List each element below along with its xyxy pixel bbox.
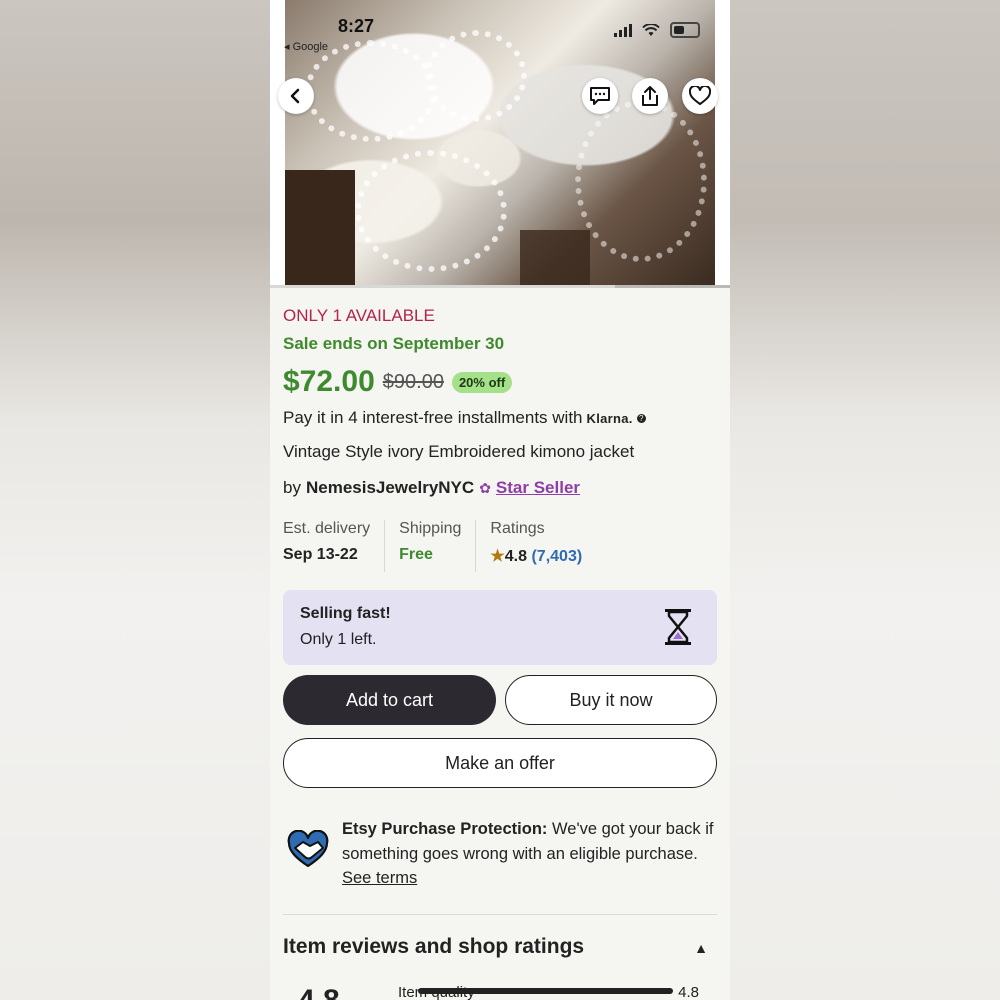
info-icon[interactable]: ?: [636, 413, 646, 423]
lace-pattern: [575, 100, 707, 262]
ratings-value-row: ★4.8 (7,403): [490, 546, 582, 566]
photo-shadow: [285, 170, 355, 288]
protection-text: Etsy Purchase Protection: We've got your…: [342, 817, 722, 891]
rating-value: 4.8: [504, 548, 528, 565]
selling-fast-subtitle: Only 1 left.: [300, 631, 377, 648]
klarna-logo: Klarna.: [586, 410, 633, 426]
listing-details: ONLY 1 AVAILABLE Sale ends on September …: [283, 300, 717, 665]
photo-shadow: [520, 230, 590, 288]
back-to-app-link[interactable]: ◂ Google: [284, 40, 328, 53]
lace-pattern: [425, 30, 527, 122]
listing-title: Vintage Style ivory Embroidered kimono j…: [283, 442, 635, 461]
ratings-column[interactable]: Ratings ★4.8 (7,403): [490, 520, 596, 572]
shipping-column: Shipping Free: [399, 520, 477, 572]
lace-pattern: [305, 40, 437, 142]
protection-title: Etsy Purchase Protection:: [342, 820, 548, 838]
chevron-left-icon: [290, 88, 300, 104]
phone-screen: 8:27 ◂ Google ONLY 1 AVAILABLE Sale ends…: [270, 0, 730, 1000]
ratings-label: Ratings: [490, 520, 545, 537]
share-button[interactable]: [632, 78, 668, 114]
rating-count-link[interactable]: (7,403): [531, 548, 582, 565]
original-price: $90.00: [382, 370, 444, 393]
wifi-icon: [642, 23, 660, 36]
reviews-summary: 4.8 Item quality 4.8: [283, 984, 717, 1000]
signal-icon: [614, 23, 632, 37]
shipping-info-row: Est. delivery Sep 13-22 Shipping Free Ra…: [283, 520, 717, 572]
see-terms-link[interactable]: See terms: [342, 869, 417, 887]
selling-fast-title: Selling fast!: [300, 605, 391, 622]
availability-text: ONLY 1 AVAILABLE: [283, 306, 435, 325]
delivery-label: Est. delivery: [283, 520, 371, 537]
shipping-label: Shipping: [399, 520, 462, 537]
star-seller-badge-icon: ✿: [479, 479, 491, 496]
image-carousel-indicator: [270, 285, 730, 288]
chevron-up-icon[interactable]: ▲: [694, 940, 708, 956]
background-left: [0, 0, 270, 1000]
item-quality-bar: [418, 988, 673, 994]
hourglass-icon: [665, 609, 691, 645]
star-icon: ★: [490, 548, 505, 565]
seller-name-link[interactable]: NemesisJewelryNYC: [306, 478, 474, 498]
product-image[interactable]: 8:27 ◂ Google: [270, 0, 730, 288]
star-seller-link[interactable]: Star Seller: [496, 478, 580, 498]
seller-row: by NemesisJewelryNYC ✿ Star Seller: [283, 476, 717, 500]
overall-rating: 4.8: [298, 984, 340, 1000]
add-to-cart-button[interactable]: Add to cart: [283, 675, 496, 725]
product-photo: [285, 0, 715, 288]
selling-fast-banner: Selling fast! Only 1 left.: [283, 590, 717, 665]
lace-pattern: [355, 150, 507, 272]
discount-badge: 20% off: [451, 371, 513, 393]
section-divider: [283, 914, 717, 915]
current-price: $72.00: [283, 365, 375, 398]
item-quality-value: 4.8: [678, 984, 699, 1000]
by-label: by: [283, 478, 301, 497]
status-time: 8:27: [338, 16, 375, 36]
battery-icon: [670, 22, 700, 38]
status-icons: [614, 22, 700, 38]
share-icon: [642, 86, 658, 106]
installments-row[interactable]: Pay it in 4 interest-free installments w…: [283, 406, 717, 430]
installments-text: Pay it in 4 interest-free installments w…: [283, 408, 583, 427]
make-offer-button[interactable]: Make an offer: [283, 738, 717, 788]
delivery-value: Sep 13-22: [283, 546, 358, 563]
handshake-heart-icon: [287, 830, 329, 868]
heart-icon: [689, 86, 711, 105]
buy-now-button[interactable]: Buy it now: [505, 675, 717, 725]
price-row: $72.00 $90.00 20% off: [283, 364, 717, 400]
message-seller-button[interactable]: [582, 78, 618, 114]
purchase-protection: Etsy Purchase Protection: We've got your…: [283, 815, 717, 895]
background-right: [730, 0, 1000, 1000]
delivery-column: Est. delivery Sep 13-22: [283, 520, 386, 572]
back-button[interactable]: [278, 78, 314, 114]
shipping-value: Free: [399, 546, 433, 563]
message-icon: [590, 87, 610, 105]
favorite-button[interactable]: [682, 78, 718, 114]
sale-end-text: Sale ends on September 30: [283, 334, 505, 353]
reviews-heading[interactable]: Item reviews and shop ratings: [283, 935, 584, 959]
